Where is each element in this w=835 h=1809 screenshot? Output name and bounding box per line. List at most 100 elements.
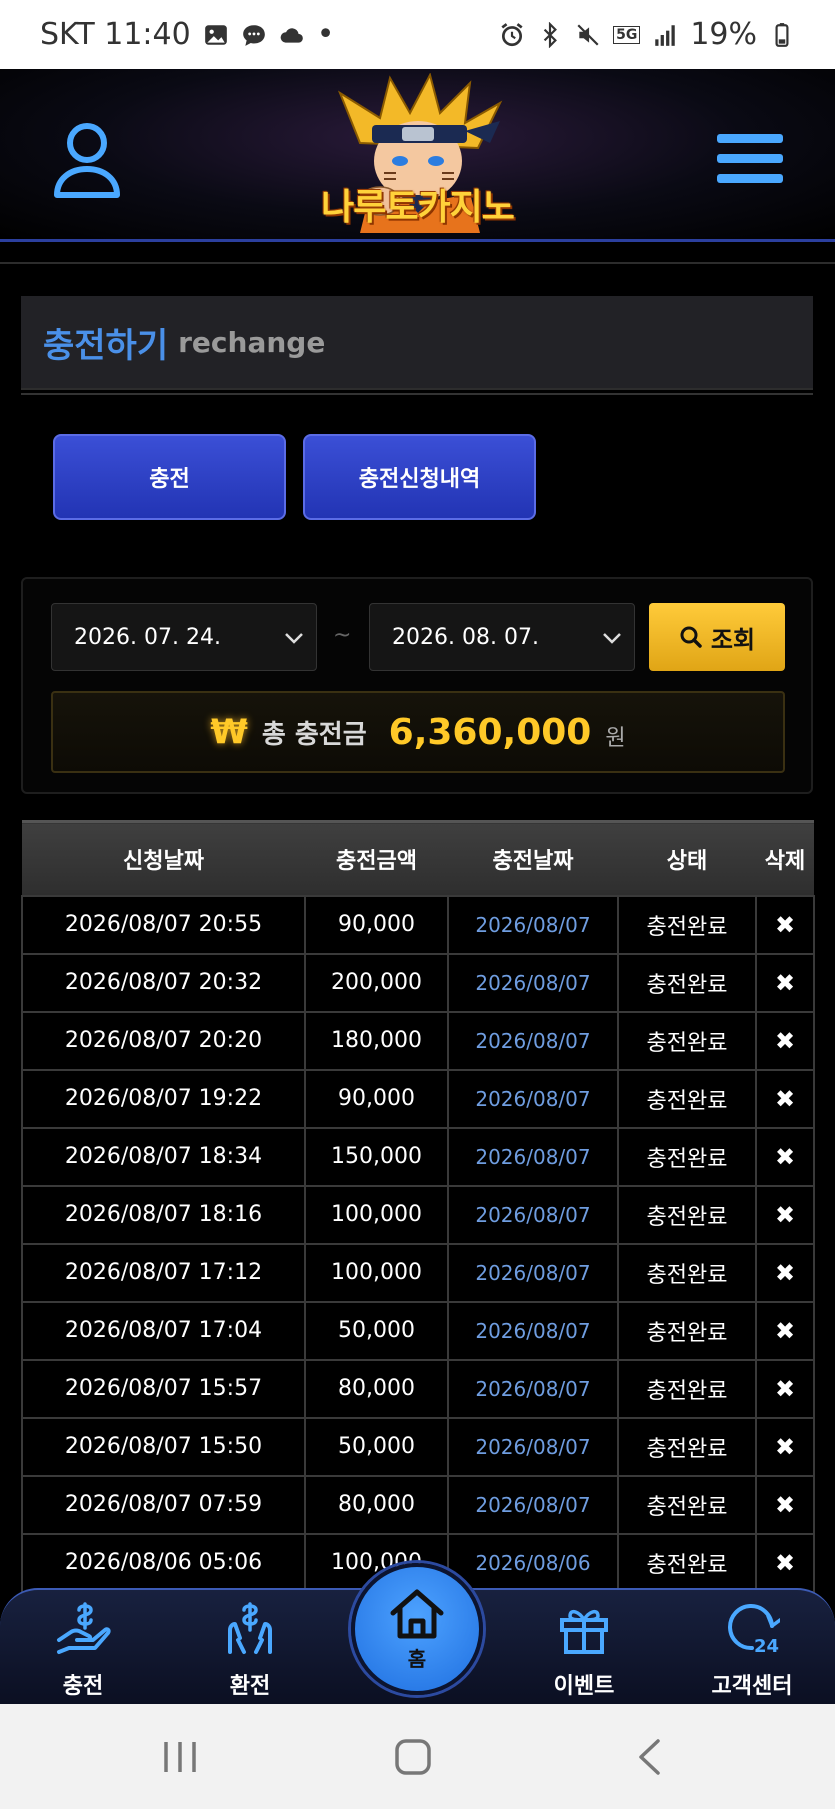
- delete-button[interactable]: ✖: [755, 952, 815, 1013]
- nav-event[interactable]: 이벤트: [524, 1600, 644, 1700]
- status-cell: 충전완료: [617, 1184, 757, 1245]
- status-cell: 충전완료: [617, 1300, 757, 1361]
- user-icon[interactable]: [52, 119, 122, 199]
- delete-button[interactable]: ✖: [755, 1184, 815, 1245]
- request-date-cell: 2026/08/06 05:06: [21, 1532, 306, 1593]
- delete-button[interactable]: ✖: [755, 894, 815, 955]
- status-cell: 충전완료: [617, 1010, 757, 1071]
- title-divider: [21, 393, 813, 395]
- nav-support[interactable]: 24 고객센터: [692, 1600, 812, 1700]
- request-date-cell: 2026/08/07 18:16: [21, 1184, 306, 1245]
- total-label: 총 충전금: [261, 719, 367, 750]
- table-row: 2026/08/07 18:34 150,000 2026/08/07 충전완료 ✖: [21, 1126, 815, 1187]
- total-amount: 6,360,000: [388, 711, 592, 753]
- cloud-icon: [280, 27, 303, 43]
- delete-button[interactable]: ✖: [755, 1242, 815, 1303]
- request-date-cell: 2026/08/07 20:55: [21, 894, 306, 955]
- table-header-row: 신청날짜 충전금액 충전날짜 상태 삭제: [22, 820, 814, 896]
- request-date-cell: 2026/08/07 17:12: [21, 1242, 306, 1303]
- request-date-cell: 2026/08/07 15:50: [21, 1416, 306, 1477]
- header-divider: [0, 262, 835, 264]
- charge-date-cell: 2026/08/07: [447, 1358, 619, 1419]
- amount-cell: 80,000: [304, 1474, 449, 1535]
- svg-text:24: 24: [754, 1636, 779, 1656]
- recent-apps-icon[interactable]: [162, 1738, 198, 1776]
- search-button-label: 조회: [710, 625, 756, 654]
- nav-home-label: 홈: [407, 1646, 427, 1671]
- table-row: 2026/08/07 15:57 80,000 2026/08/07 충전완료 ✖: [21, 1358, 815, 1419]
- request-date-cell: 2026/08/07 07:59: [21, 1474, 306, 1535]
- table-row: 2026/08/07 20:20 180,000 2026/08/07 충전완료 ✖: [21, 1010, 815, 1071]
- amount-cell: 100,000: [304, 1184, 449, 1245]
- request-date-cell: 2026/08/07 19:22: [21, 1068, 306, 1129]
- header-charge-date: 충전날짜: [448, 820, 618, 896]
- status-cell: 충전완료: [617, 1068, 757, 1129]
- site-logo[interactable]: 나루토카지노: [300, 72, 535, 238]
- support-24-icon: 24: [728, 1604, 780, 1656]
- status-cell: 충전완료: [617, 1532, 757, 1593]
- alarm-icon: [501, 22, 523, 46]
- back-icon[interactable]: [636, 1738, 662, 1776]
- gift-icon: [560, 1609, 608, 1654]
- nav-event-label: 이벤트: [553, 1674, 615, 1699]
- hamburger-menu-icon[interactable]: [715, 124, 785, 194]
- page-title: 충전하기 rechange: [21, 296, 813, 390]
- header-request-date: 신청날짜: [22, 820, 305, 896]
- end-date-select[interactable]: 2026. 08. 07.: [369, 603, 635, 671]
- nav-home-button[interactable]: 홈: [351, 1563, 483, 1695]
- page-title-korean: 충전하기: [43, 325, 169, 366]
- charge-date-cell: 2026/08/07: [447, 1300, 619, 1361]
- battery-percent: 19%: [690, 17, 757, 52]
- status-cell: 충전완료: [617, 1416, 757, 1477]
- total-recharge-box: ₩ 총 충전금 6,360,000 원: [51, 691, 785, 773]
- mute-icon: [577, 23, 599, 46]
- status-cell: 충전완료: [617, 1474, 757, 1535]
- signal-icon: [655, 24, 676, 46]
- search-button[interactable]: 조회: [649, 603, 785, 671]
- tab-recharge-history[interactable]: 충전신청내역: [303, 434, 536, 520]
- charge-date-cell: 2026/08/07: [447, 1416, 619, 1477]
- charge-date-cell: 2026/08/07: [447, 1242, 619, 1303]
- charge-date-cell: 2026/08/07: [447, 1474, 619, 1535]
- start-date-select[interactable]: 2026. 07. 24.: [51, 603, 317, 671]
- delete-button[interactable]: ✖: [755, 1532, 815, 1593]
- chevron-down-icon: [285, 633, 303, 644]
- tab-recharge[interactable]: 충전: [53, 434, 286, 520]
- status-cell: 충전완료: [617, 894, 757, 955]
- battery-icon: [775, 22, 789, 47]
- delete-button[interactable]: ✖: [755, 1126, 815, 1187]
- amount-cell: 200,000: [304, 952, 449, 1013]
- table-row: 2026/08/07 17:04 50,000 2026/08/07 충전완료 ✖: [21, 1300, 815, 1361]
- total-unit: 원: [605, 726, 626, 751]
- date-separator: ~: [333, 623, 352, 648]
- gallery-icon: [204, 24, 227, 45]
- end-date-value: 2026. 08. 07.: [392, 624, 539, 650]
- network-type: 5G: [613, 25, 641, 44]
- table-row: 2026/08/07 19:22 90,000 2026/08/07 충전완료 ✖: [21, 1068, 815, 1129]
- home-icon: [390, 1589, 444, 1638]
- table-row: 2026/08/07 17:12 100,000 2026/08/07 충전완료 ✖: [21, 1242, 815, 1303]
- nav-exchange[interactable]: 환전: [190, 1600, 310, 1700]
- delete-button[interactable]: ✖: [755, 1068, 815, 1129]
- recharge-history-table: 신청날짜 충전금액 충전날짜 상태 삭제 2026/08/07 20:55 90,…: [21, 820, 815, 1593]
- notification-dot: •: [316, 17, 335, 52]
- table-row: 2026/08/07 20:55 90,000 2026/08/07 충전완료 ✖: [21, 894, 815, 955]
- amount-cell: 50,000: [304, 1300, 449, 1361]
- delete-button[interactable]: ✖: [755, 1416, 815, 1477]
- delete-button[interactable]: ✖: [755, 1010, 815, 1071]
- deposit-hand-icon: [57, 1602, 111, 1654]
- charge-date-cell: 2026/08/07: [447, 1010, 619, 1071]
- charge-date-cell: 2026/08/06: [447, 1532, 619, 1593]
- delete-button[interactable]: ✖: [755, 1358, 815, 1419]
- home-system-icon[interactable]: [394, 1738, 432, 1776]
- header-amount: 충전금액: [305, 820, 448, 896]
- bluetooth-icon: [543, 21, 558, 48]
- chevron-down-icon: [603, 633, 621, 644]
- delete-button[interactable]: ✖: [755, 1474, 815, 1535]
- nav-deposit[interactable]: 충전: [23, 1600, 143, 1700]
- nav-support-label: 고객센터: [711, 1674, 793, 1699]
- delete-button[interactable]: ✖: [755, 1300, 815, 1361]
- search-icon: [680, 626, 702, 648]
- amount-cell: 150,000: [304, 1126, 449, 1187]
- request-date-cell: 2026/08/07 15:57: [21, 1358, 306, 1419]
